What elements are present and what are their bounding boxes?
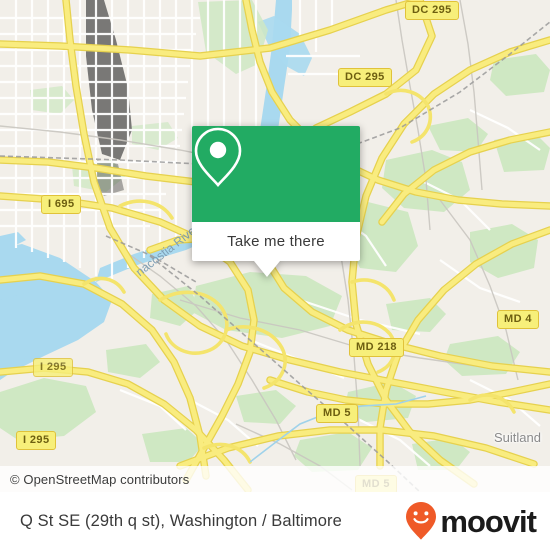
popup-pointer — [254, 261, 280, 277]
highway-shield-dc-295[interactable]: DC 295 — [338, 68, 392, 87]
highway-shield-dc-295-north[interactable]: DC 295 — [405, 1, 459, 20]
highway-shield-md-5-upper[interactable]: MD 5 — [316, 404, 358, 423]
osm-attribution-text: © OpenStreetMap contributors — [10, 471, 190, 487]
location-popup[interactable]: Take me there — [192, 126, 360, 277]
place-label-suitland: Suitland — [494, 430, 541, 445]
map-attribution-bar: © OpenStreetMap contributors — [0, 466, 550, 492]
map-canvas[interactable]: DC 295 DC 295 I 695 I 295 I 295 MD 4 MD … — [0, 0, 550, 492]
highway-shield-i-295-lower[interactable]: I 295 — [16, 431, 57, 450]
map-pin-icon — [194, 127, 242, 187]
location-title: Q St SE (29th q st), Washington / Baltim… — [20, 511, 342, 530]
screenshot-root: DC 295 DC 295 I 695 I 295 I 295 MD 4 MD … — [0, 0, 550, 550]
highway-shield-i-295-upper[interactable]: I 295 — [33, 358, 74, 377]
popup-header — [192, 126, 360, 222]
popup-action-bar[interactable]: Take me there — [192, 222, 360, 261]
highway-shield-i-695[interactable]: I 695 — [41, 195, 82, 214]
footer-bar: Q St SE (29th q st), Washington / Baltim… — [0, 492, 550, 550]
moovit-wordmark: moovit — [440, 503, 537, 539]
moovit-smiley-pin-icon — [406, 502, 437, 540]
take-me-there-label: Take me there — [227, 233, 325, 250]
moovit-brand[interactable]: moovit — [404, 501, 537, 541]
highway-shield-md-4[interactable]: MD 4 — [497, 310, 539, 329]
highway-shield-md-218[interactable]: MD 218 — [349, 338, 404, 357]
